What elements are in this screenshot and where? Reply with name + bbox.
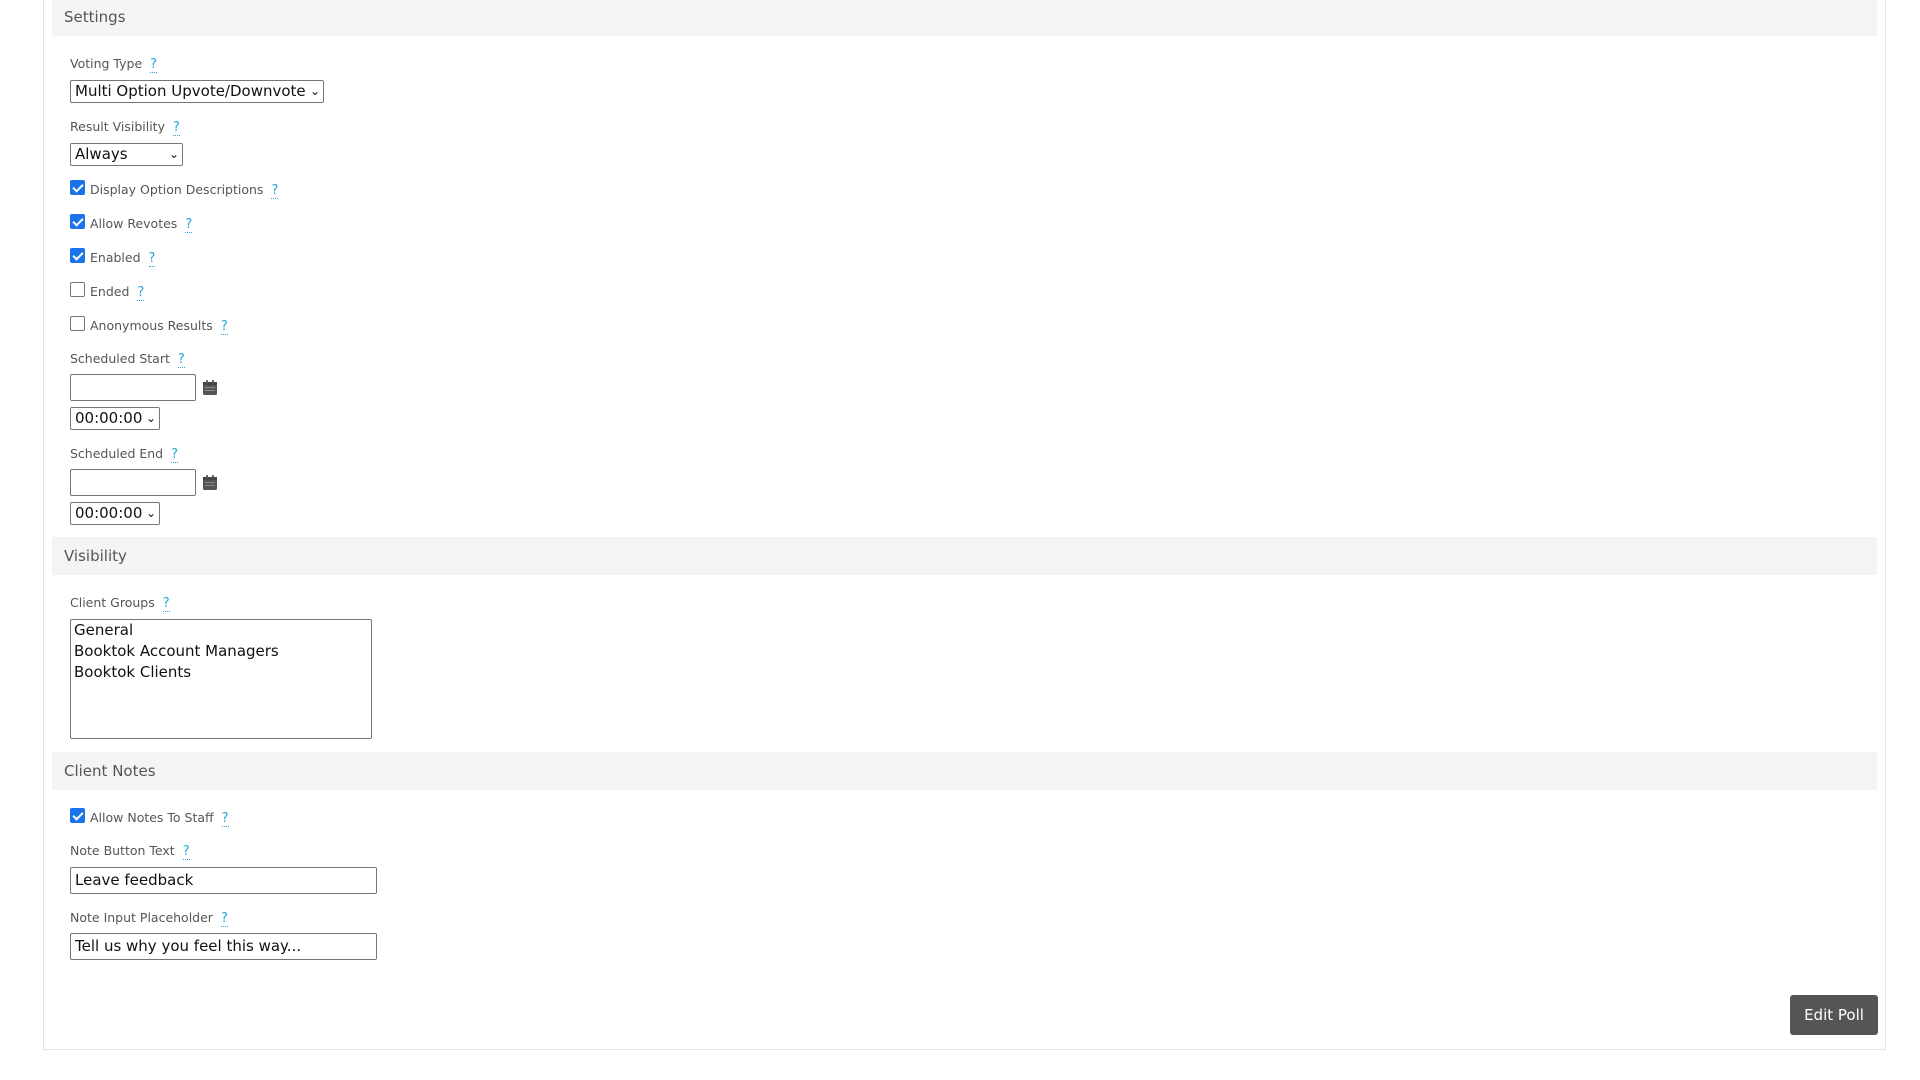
chevron-down-icon: ⌄ bbox=[309, 84, 320, 98]
note-button-text-value: Leave feedback bbox=[75, 871, 194, 889]
list-item[interactable]: General bbox=[71, 620, 371, 641]
voting-type-value: Multi Option Upvote/Downvote bbox=[75, 82, 306, 100]
calendar-icon[interactable] bbox=[202, 379, 218, 396]
help-icon[interactable]: ? bbox=[220, 911, 228, 927]
allow-notes-to-staff-text: Allow Notes To Staff bbox=[90, 810, 214, 825]
enabled-text: Enabled bbox=[90, 250, 141, 265]
help-icon[interactable]: ? bbox=[177, 352, 185, 368]
scheduled-start-date-input[interactable] bbox=[70, 374, 196, 401]
scheduled-end-time-value: 00:00:00 bbox=[75, 504, 143, 522]
scheduled-start-label: Scheduled Start? bbox=[70, 351, 185, 368]
allow-revotes-checkbox[interactable] bbox=[70, 214, 85, 229]
client-groups-label-text: Client Groups bbox=[70, 595, 155, 610]
client-groups-label: Client Groups? bbox=[70, 595, 170, 612]
scheduled-end-date-input[interactable] bbox=[70, 469, 196, 496]
edit-poll-button-label: Edit Poll bbox=[1804, 1006, 1864, 1024]
help-icon[interactable]: ? bbox=[162, 596, 170, 612]
visibility-header-text: Visibility bbox=[64, 547, 127, 565]
scheduled-end-label-text: Scheduled End bbox=[70, 446, 164, 461]
note-button-text-label: Note Button Text? bbox=[70, 843, 190, 860]
scheduled-start-time-select[interactable]: 00:00:00 ⌄ bbox=[70, 407, 160, 430]
result-visibility-label-text: Result Visibility bbox=[70, 119, 165, 134]
voting-type-select[interactable]: Multi Option Upvote/Downvote ⌄ bbox=[70, 80, 324, 103]
client-groups-listbox[interactable]: General Booktok Account Managers Booktok… bbox=[70, 619, 372, 739]
allow-revotes-text: Allow Revotes bbox=[90, 216, 178, 231]
note-button-text-label-text: Note Button Text bbox=[70, 843, 175, 858]
note-input-placeholder-input[interactable]: Tell us why you feel this way... bbox=[70, 933, 377, 960]
scheduled-end-label: Scheduled End? bbox=[70, 446, 179, 463]
result-visibility-value: Always bbox=[75, 145, 128, 163]
note-input-placeholder-label: Note Input Placeholder? bbox=[70, 910, 228, 927]
result-visibility-label: Result Visibility? bbox=[70, 119, 180, 136]
settings-section-header: Settings bbox=[52, 0, 1877, 36]
display-option-descriptions-label: Display Option Descriptions? bbox=[90, 182, 279, 199]
display-option-descriptions-checkbox[interactable] bbox=[70, 180, 85, 195]
chevron-down-icon: ⌄ bbox=[145, 506, 156, 520]
help-icon[interactable]: ? bbox=[271, 183, 279, 199]
help-icon[interactable]: ? bbox=[220, 319, 228, 335]
result-visibility-select[interactable]: Always ⌄ bbox=[70, 143, 183, 166]
scheduled-end-time-select[interactable]: 00:00:00 ⌄ bbox=[70, 502, 160, 525]
ended-text: Ended bbox=[90, 284, 130, 299]
chevron-down-icon: ⌄ bbox=[168, 147, 179, 161]
calendar-icon[interactable] bbox=[202, 474, 218, 491]
scheduled-start-label-text: Scheduled Start bbox=[70, 351, 170, 366]
ended-label: Ended? bbox=[90, 284, 145, 301]
list-item[interactable]: Booktok Account Managers bbox=[71, 641, 371, 662]
list-item[interactable]: Booktok Clients bbox=[71, 662, 371, 683]
client-notes-header-text: Client Notes bbox=[64, 762, 156, 780]
help-icon[interactable]: ? bbox=[185, 217, 193, 233]
note-input-placeholder-value: Tell us why you feel this way... bbox=[75, 937, 302, 955]
voting-type-label-text: Voting Type bbox=[70, 56, 143, 71]
note-button-text-input[interactable]: Leave feedback bbox=[70, 867, 377, 894]
help-icon[interactable]: ? bbox=[137, 285, 145, 301]
note-input-placeholder-label-text: Note Input Placeholder bbox=[70, 910, 213, 925]
enabled-checkbox[interactable] bbox=[70, 248, 85, 263]
help-icon[interactable]: ? bbox=[182, 844, 190, 860]
anonymous-results-checkbox[interactable] bbox=[70, 316, 85, 331]
anonymous-results-text: Anonymous Results bbox=[90, 318, 213, 333]
allow-notes-to-staff-label: Allow Notes To Staff? bbox=[90, 810, 229, 827]
client-notes-section-header: Client Notes bbox=[52, 752, 1877, 790]
enabled-label: Enabled? bbox=[90, 250, 156, 267]
help-icon[interactable]: ? bbox=[171, 447, 179, 463]
edit-poll-button[interactable]: Edit Poll bbox=[1790, 995, 1878, 1035]
help-icon[interactable]: ? bbox=[221, 811, 229, 827]
settings-header-text: Settings bbox=[64, 8, 126, 26]
visibility-section-header: Visibility bbox=[52, 537, 1877, 575]
allow-revotes-label: Allow Revotes? bbox=[90, 216, 193, 233]
help-icon[interactable]: ? bbox=[172, 120, 180, 136]
voting-type-label: Voting Type? bbox=[70, 56, 158, 73]
allow-notes-to-staff-checkbox[interactable] bbox=[70, 808, 85, 823]
display-option-descriptions-text: Display Option Descriptions bbox=[90, 182, 264, 197]
anonymous-results-label: Anonymous Results? bbox=[90, 318, 228, 335]
ended-checkbox[interactable] bbox=[70, 282, 85, 297]
help-icon[interactable]: ? bbox=[150, 57, 158, 73]
help-icon[interactable]: ? bbox=[148, 251, 156, 267]
chevron-down-icon: ⌄ bbox=[145, 411, 156, 425]
scheduled-start-time-value: 00:00:00 bbox=[75, 409, 143, 427]
